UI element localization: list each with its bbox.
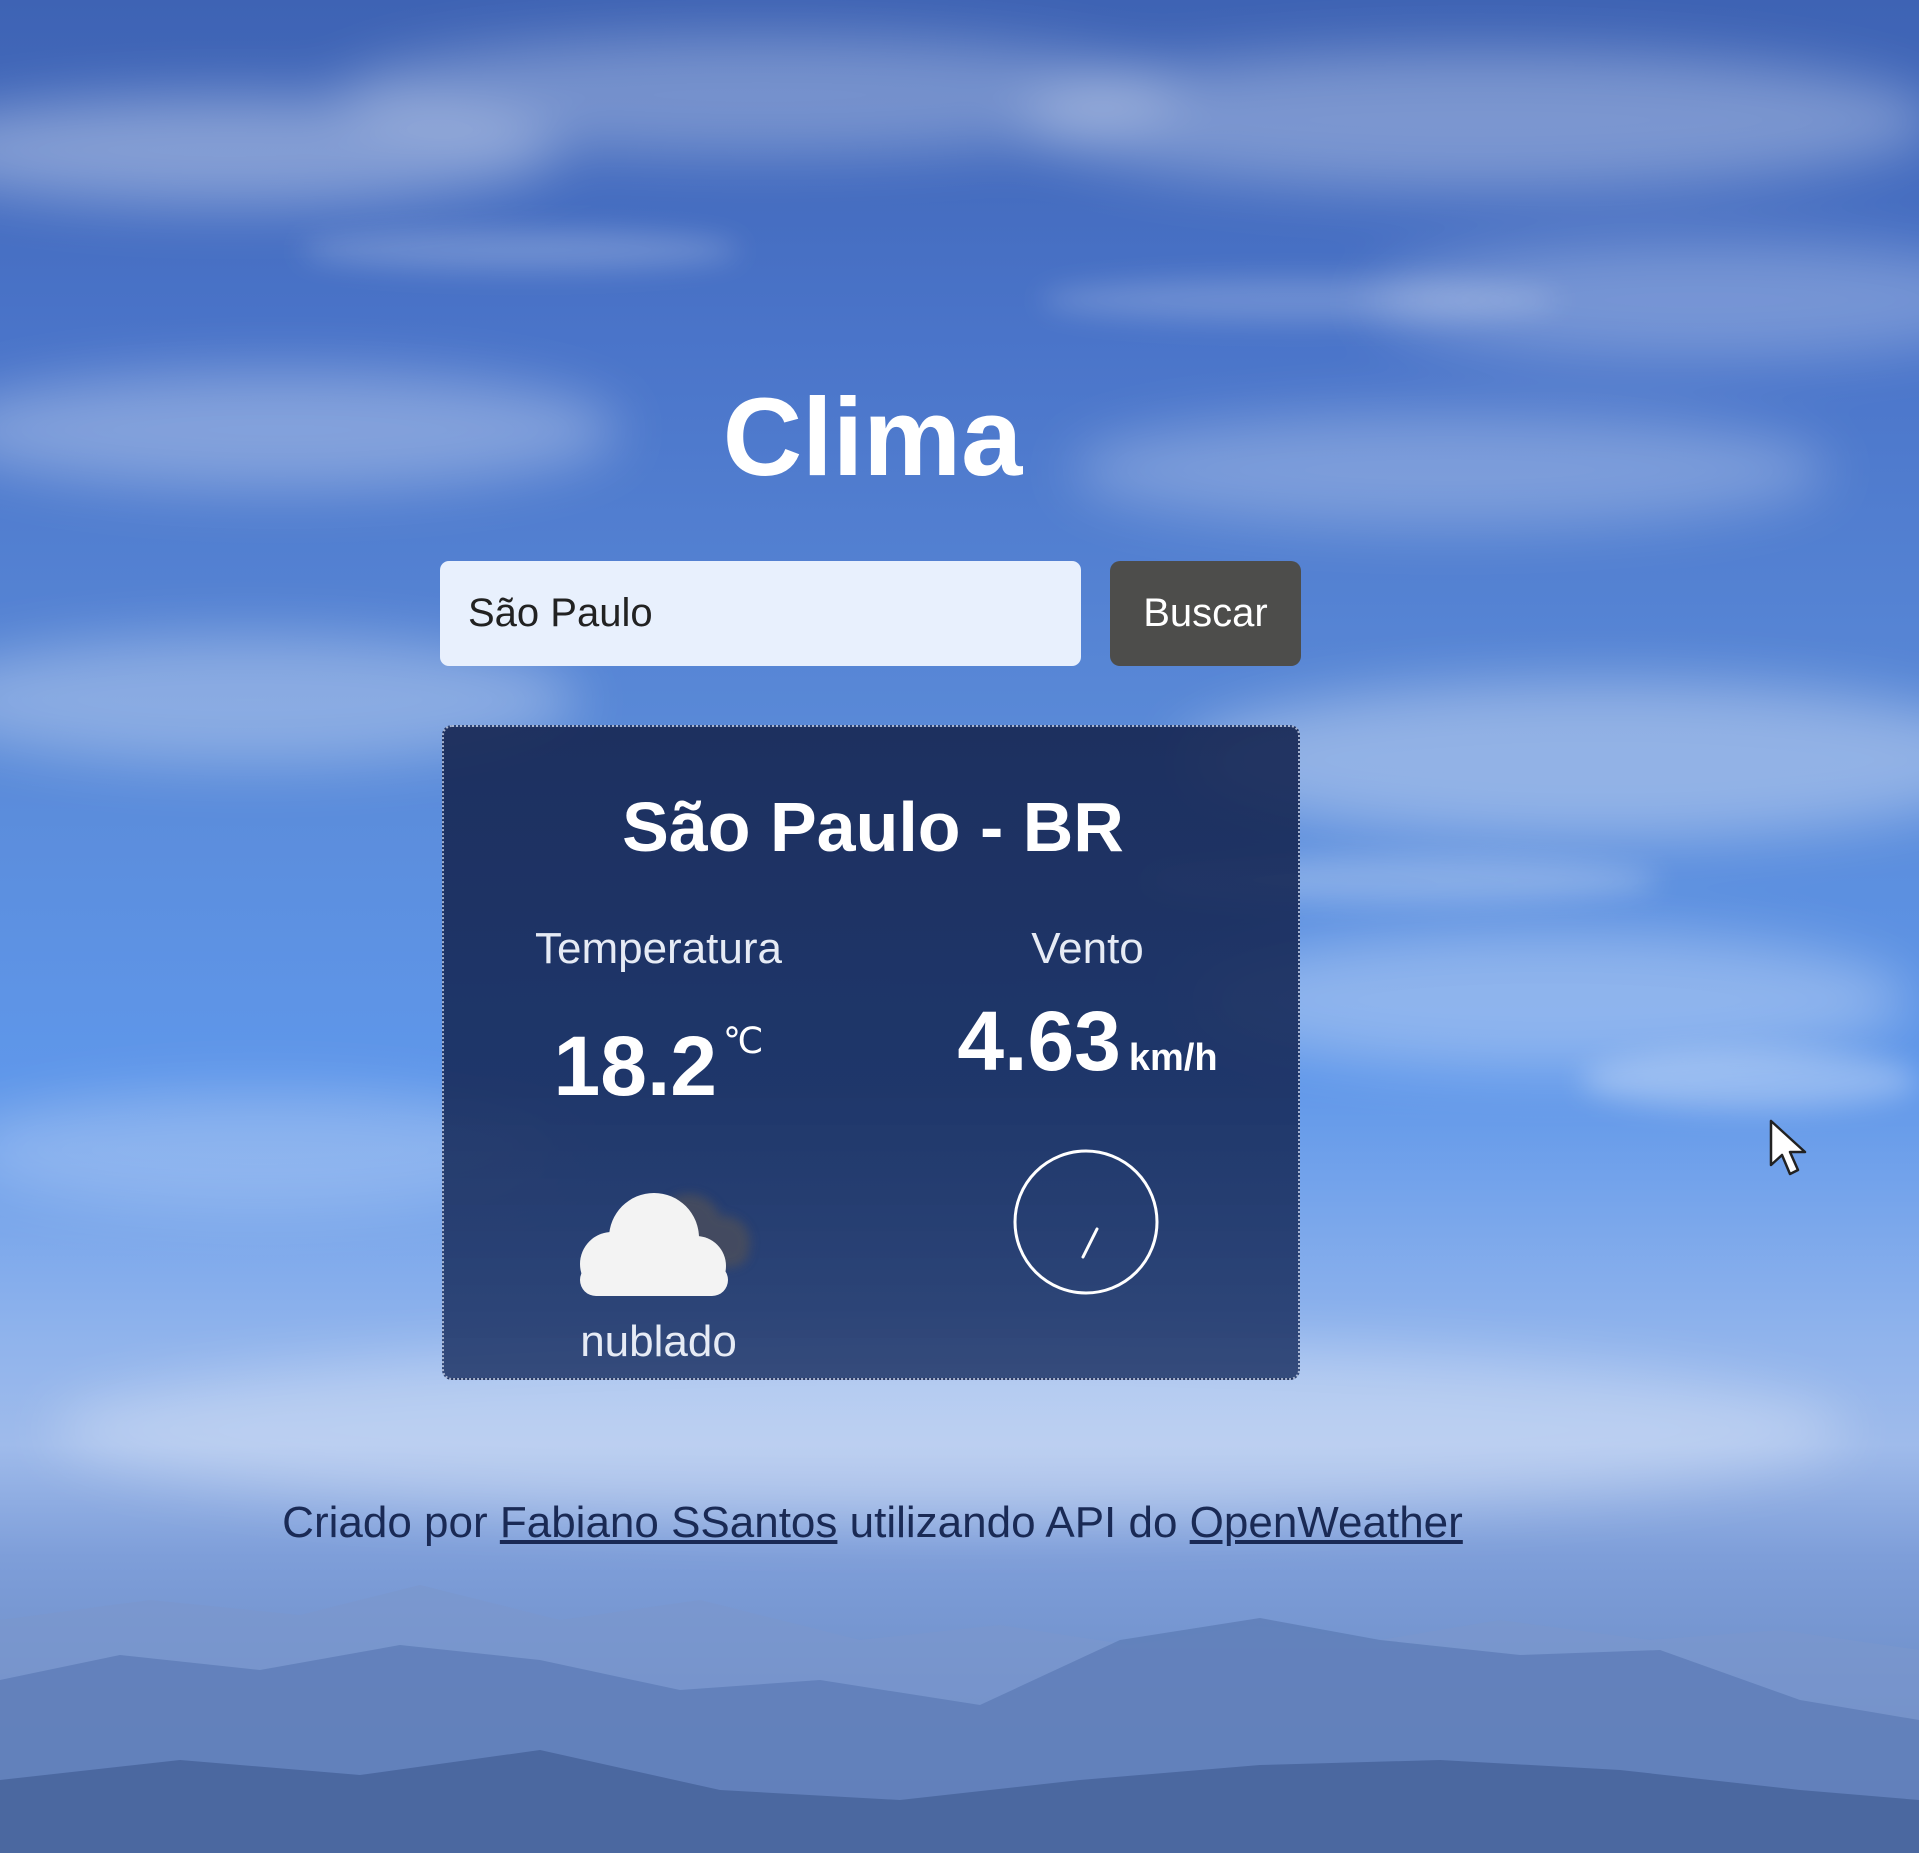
openweather-link[interactable]: OpenWeather [1190,1498,1463,1547]
temperature-unit: ℃ [723,1020,764,1061]
footer-prefix: Criado por [282,1498,488,1547]
wind-section: Vento 4.63 km/h [873,922,1298,1103]
page-title: Clima [722,376,1023,499]
city-search-input[interactable] [440,561,1081,666]
footer-middle: utilizando API do [849,1498,1178,1547]
temperature-section: Temperatura 18.2 ℃ [444,922,873,1111]
search-button[interactable]: Buscar [1110,561,1301,666]
wind-unit: km/h [1128,1037,1218,1079]
author-link[interactable]: Fabiano SSantos [500,1498,838,1547]
cloud-icon [580,1193,750,1296]
wind-value: 4.63 [957,994,1121,1088]
wind-label: Vento [1031,924,1144,973]
weather-card: São Paulo - BR Temperatura 18.2 ℃ Vento 4… [442,725,1300,1380]
temperature-value: 18.2 [553,1019,718,1113]
temperature-readout: 18.2 ℃ [444,996,873,1111]
compass-icon [1013,1149,1159,1295]
mouse-pointer-icon [1769,1119,1807,1176]
weather-description: nublado [580,1317,737,1366]
footer-credits: Criado por Fabiano SSantos utilizando AP… [0,1495,1745,1551]
temperature-label: Temperatura [534,924,782,973]
location-title: São Paulo - BR [622,788,1124,866]
wind-readout: 4.63 km/h [873,994,1298,1103]
